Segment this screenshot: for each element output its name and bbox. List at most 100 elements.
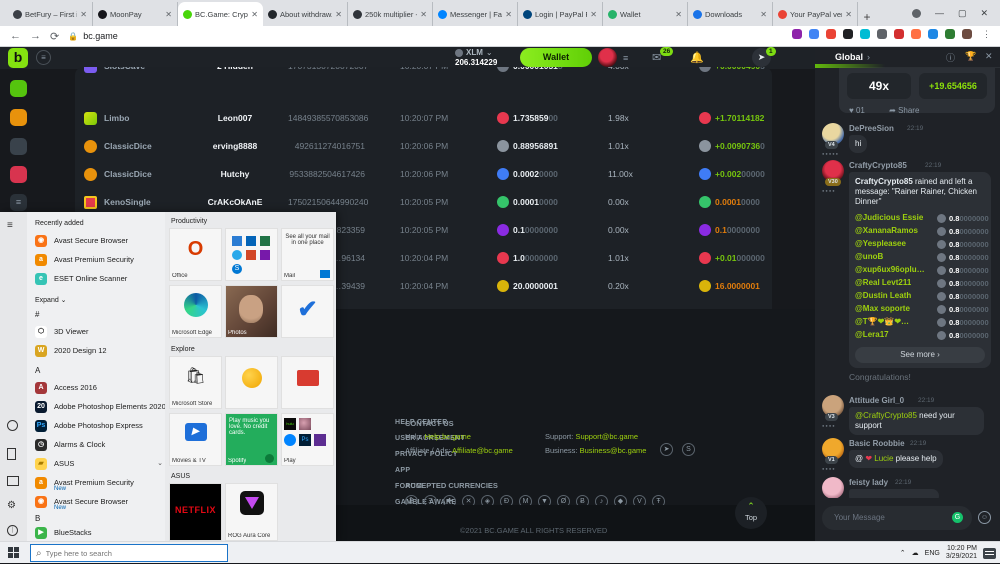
tile-rog[interactable]: ROG Aura Core (225, 483, 278, 541)
chat-username[interactable]: DePreeSion (849, 124, 894, 133)
table-row[interactable]: Limbo Leon007 14849385570853086 10:20:07… (75, 105, 772, 133)
tab-close-icon[interactable]: ✕ (590, 10, 597, 19)
taskbar-icon[interactable] (468, 545, 483, 560)
new-tab-button[interactable]: + (858, 8, 876, 26)
start-menu-app[interactable]: a Avast Premium Security New (35, 475, 163, 493)
extension-icon[interactable] (809, 29, 819, 39)
rain-recipient[interactable]: @T🏆❤👑❤… (855, 317, 909, 327)
taskbar-search[interactable]: ⌕ (30, 544, 228, 562)
table-row[interactable]: ClassicDice erving8888 492611274016751 1… (75, 133, 772, 161)
reload-icon[interactable]: ⟳ (50, 30, 59, 43)
wallet-button[interactable]: Wallet (520, 48, 592, 67)
tab-close-icon[interactable]: ✕ (675, 10, 682, 19)
tab-close-icon[interactable]: ✕ (845, 10, 852, 19)
back-icon[interactable]: ← (10, 30, 21, 42)
browser-tab[interactable]: Wallet ✕ (603, 2, 688, 26)
rain-recipient[interactable]: @XananaRamos (855, 226, 918, 236)
telegram-icon[interactable]: ➤ (660, 443, 673, 456)
tile-weather[interactable] (225, 356, 278, 409)
url-field[interactable]: 🔒 bc.game (68, 31, 118, 41)
start-menu-app[interactable]: ⬡ 3D Viewer (35, 324, 163, 342)
mention[interactable]: @CraftyCrypto85 (855, 411, 917, 420)
start-menu-app[interactable]: 20 Adobe Photoshop Elements 2020 (35, 399, 163, 417)
emoji-icon[interactable]: ☺ (978, 511, 991, 524)
chat-close-icon[interactable]: ✕ (985, 51, 993, 62)
chat-username[interactable]: CraftyCrypto85 (849, 161, 907, 170)
browser-tab[interactable]: BetFury – First i-Ga ✕ (8, 2, 93, 26)
chat-username[interactable]: Basic Roobbie (849, 439, 905, 448)
tile-movies[interactable]: ▶ Movies & TV (169, 413, 222, 466)
tile-mail[interactable]: See all your mail in one place Mail (281, 228, 334, 281)
tile-spotify[interactable]: Play music you love. No credit cards. Sp… (225, 413, 278, 466)
chat-username[interactable]: Attitude Girl_0 (849, 396, 904, 405)
tab-close-icon[interactable]: ✕ (505, 10, 512, 19)
browser-menu-icon[interactable]: ⋮ (982, 29, 992, 40)
nav-favorites-icon[interactable] (10, 166, 27, 183)
rain-recipient[interactable]: @Real Levt211 (855, 278, 911, 288)
chat-username[interactable]: feisty lady (849, 478, 888, 487)
tab-close-icon[interactable]: ✕ (335, 10, 342, 19)
taskbar-icon[interactable] (526, 545, 541, 560)
extension-icon[interactable] (945, 29, 955, 39)
chat-info-icon[interactable]: ⓘ (946, 51, 955, 64)
onedrive-cloud-icon[interactable]: ☁ (912, 549, 919, 557)
avatar[interactable] (822, 477, 844, 499)
start-menu-app[interactable]: ▰ ASUS ⌄ (35, 456, 163, 474)
user-avatar[interactable] (598, 48, 617, 67)
menu-hamburger-icon[interactable]: ≡ (7, 220, 13, 231)
settings-gear-icon[interactable]: ⚙ (7, 500, 16, 511)
browser-tab[interactable]: 250k multiplier - S ✕ (348, 2, 433, 26)
start-menu-app[interactable]: e ESET Online Scanner (35, 271, 163, 289)
start-menu-app[interactable]: ◉ Avast Secure Browser New (35, 494, 163, 512)
scroll-top-button[interactable]: Top (735, 497, 767, 529)
business-link[interactable]: Business@bc.game (580, 446, 647, 455)
share-icon[interactable]: ➦ (889, 106, 896, 115)
affiliate-link[interactable]: Affiliate@bc.game (452, 446, 513, 455)
profile-dot-icon[interactable] (912, 9, 921, 18)
tile-photos[interactable]: Photos (225, 285, 278, 338)
nav-menu-icon[interactable]: ≡ (10, 194, 27, 211)
browser-tab[interactable]: Login | PayPal Prep ✕ (518, 2, 603, 26)
start-menu-app[interactable]: Ps Adobe Photoshop Express (35, 418, 163, 436)
rain-recipient[interactable]: @Dustin Leath (855, 291, 911, 301)
help-link[interactable]: Help.bc.game (425, 432, 471, 441)
rain-recipient[interactable]: @unoB (855, 252, 883, 262)
rain-recipient[interactable]: @Lera17 (855, 330, 889, 340)
chat-expand-icon[interactable]: › (867, 52, 870, 62)
taskbar-icon[interactable] (497, 545, 512, 560)
browser-tab[interactable]: MoonPay ✕ (93, 2, 178, 26)
chat-tab-global[interactable]: Global (835, 52, 863, 62)
start-menu-app[interactable]: a Avast Premium Security (35, 252, 163, 270)
chat-trophy-icon[interactable]: 🏆 (965, 51, 976, 62)
nav-home-icon[interactable] (10, 80, 27, 97)
browser-tab[interactable]: Your PayPal verific ✕ (773, 2, 858, 26)
chat-message-input[interactable]: Your Message (822, 506, 972, 530)
taskbar-icon[interactable] (555, 545, 570, 560)
table-row[interactable]: ClassicDice Hutchy 9533882504617426 10:2… (75, 161, 772, 189)
tile-store[interactable]: 🛍 Microsoft Store (169, 356, 222, 409)
expand-toggle[interactable]: Expand ⌄ (35, 296, 67, 304)
start-menu-app[interactable]: A Access 2016 (35, 380, 163, 398)
power-icon[interactable]: ᛁ (7, 525, 18, 536)
tile-play[interactable]: hulu Ps Play (281, 413, 334, 466)
see-more-button[interactable]: See more › (855, 347, 985, 363)
mention[interactable]: Lucie (874, 454, 893, 463)
taskbar-icon[interactable] (410, 545, 425, 560)
bell-icon[interactable]: 🔔 (690, 51, 704, 64)
share-label[interactable]: Share (898, 106, 919, 115)
tab-close-icon[interactable]: ✕ (420, 10, 427, 19)
user-account-icon[interactable] (7, 420, 18, 431)
tab-close-icon[interactable]: ✕ (251, 10, 258, 19)
browser-tab[interactable]: Messenger | Face ✕ (433, 2, 518, 26)
browser-tab[interactable]: About withdraw. | ✕ (263, 2, 348, 26)
extension-icon[interactable] (962, 29, 972, 39)
tile-netflix[interactable]: NETFLIX (169, 483, 222, 541)
extension-icon[interactable] (860, 29, 870, 39)
close-window-button[interactable]: ✕ (980, 8, 988, 19)
rain-recipient[interactable]: @Judicious Essie (855, 213, 923, 223)
tile-news[interactable] (281, 356, 334, 409)
tile-office-apps[interactable]: S (225, 228, 278, 281)
start-menu-app[interactable]: ▶ BlueStacks (35, 525, 163, 541)
taskbar-icon[interactable] (323, 545, 338, 560)
taskbar-icon[interactable] (381, 545, 396, 560)
